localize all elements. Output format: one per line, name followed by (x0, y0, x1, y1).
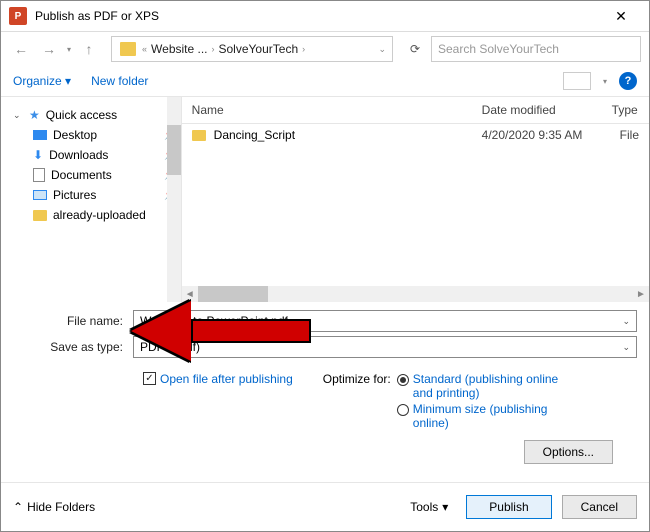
chevron-down-icon: ⌄ (13, 110, 23, 121)
pictures-icon (33, 190, 47, 200)
sidebar-label: Pictures (53, 188, 96, 202)
desktop-icon (33, 130, 47, 140)
new-folder-button[interactable]: New folder (91, 74, 148, 88)
view-options-button[interactable] (563, 72, 591, 90)
footer: ⌃ Hide Folders Tools ▾ Publish Cancel (1, 482, 649, 531)
refresh-button[interactable]: ⟳ (403, 37, 427, 61)
file-name: Dancing_Script (214, 128, 295, 142)
dropdown-icon[interactable]: ⌄ (622, 316, 630, 327)
sidebar-item-desktop[interactable]: Desktop 📌 (9, 125, 181, 145)
sidebar-item-downloads[interactable]: ⬇ Downloads 📌 (9, 145, 181, 165)
column-name[interactable]: Name (192, 103, 482, 117)
powerpoint-icon: P (9, 7, 27, 25)
sidebar-label: Desktop (53, 128, 97, 142)
tools-menu[interactable]: Tools ▾ (410, 500, 448, 514)
cancel-button[interactable]: Cancel (562, 495, 637, 519)
back-button[interactable]: ← (9, 37, 33, 61)
toolbar: Organize ▾ New folder ▾ ? (1, 66, 649, 97)
sidebar-label: already-uploaded (53, 208, 146, 222)
chevron-up-icon: ⌃ (13, 500, 23, 514)
file-type: File (620, 128, 639, 142)
radio-icon (397, 374, 409, 386)
horizontal-scrollbar[interactable]: ◄ ► (182, 286, 649, 302)
navigation-bar: ← → ▾ ↑ « Website ... › SolveYourTech › … (1, 32, 649, 66)
publish-dialog: P Publish as PDF or XPS ✕ ← → ▾ ↑ « Webs… (0, 0, 650, 532)
forward-button[interactable]: → (37, 37, 61, 61)
open-after-publish-checkbox[interactable]: ✓ Open file after publishing (143, 372, 293, 430)
breadcrumb[interactable]: « Website ... › SolveYourTech › ⌄ (111, 36, 393, 62)
save-as-type-label: Save as type: (13, 340, 133, 354)
checkbox-label: Open file after publishing (160, 372, 293, 386)
view-dropdown[interactable]: ▾ (601, 77, 609, 86)
optimize-label: Optimize for: (323, 372, 391, 430)
close-button[interactable]: ✕ (601, 8, 641, 25)
content-area: ⌄ ★ Quick access Desktop 📌 ⬇ Downloads 📌… (1, 97, 649, 302)
options-button[interactable]: Options... (524, 440, 613, 464)
help-button[interactable]: ? (619, 72, 637, 90)
titlebar: P Publish as PDF or XPS ✕ (1, 1, 649, 32)
sidebar-label: Downloads (49, 148, 108, 162)
file-row[interactable]: Dancing_Script 4/20/2020 9:35 AM File (182, 124, 649, 146)
optimize-minimum-radio[interactable]: Minimum size (publishing online) (397, 402, 563, 430)
chevron-right-icon: › (300, 44, 307, 54)
sidebar-item-pictures[interactable]: Pictures 📌 (9, 185, 181, 205)
save-as-type-select[interactable]: PDF (*.pdf) ⌄ (133, 336, 637, 358)
sidebar: ⌄ ★ Quick access Desktop 📌 ⬇ Downloads 📌… (1, 97, 181, 302)
radio-icon (397, 404, 409, 416)
dropdown-icon[interactable]: ⌄ (622, 342, 630, 353)
checkbox-icon: ✓ (143, 372, 156, 385)
sidebar-label: Quick access (46, 108, 117, 122)
folder-icon (192, 130, 206, 141)
folder-icon (33, 210, 47, 221)
sidebar-item-folder[interactable]: already-uploaded (9, 205, 181, 225)
history-dropdown[interactable]: ▾ (65, 45, 73, 54)
breadcrumb-part[interactable]: SolveYourTech (217, 42, 301, 56)
breadcrumb-part[interactable]: Website ... (149, 42, 209, 56)
sidebar-item-documents[interactable]: Documents 📌 (9, 165, 181, 185)
sidebar-item-quick-access[interactable]: ⌄ ★ Quick access (9, 105, 181, 125)
download-icon: ⬇ (33, 148, 43, 162)
search-input[interactable]: Search SolveYourTech (431, 36, 641, 62)
file-date: 4/20/2020 9:35 AM (482, 128, 612, 142)
star-icon: ★ (29, 108, 40, 122)
scroll-right-icon[interactable]: ► (633, 289, 649, 300)
chevron-right-icon: › (210, 44, 217, 54)
dropdown-icon: ▾ (442, 500, 448, 514)
file-list-pane: Name Date modified Type Dancing_Script 4… (181, 97, 649, 302)
scroll-left-icon[interactable]: ◄ (182, 289, 198, 300)
hide-folders-button[interactable]: ⌃ Hide Folders (13, 500, 95, 514)
dialog-title: Publish as PDF or XPS (35, 9, 601, 23)
optimize-standard-radio[interactable]: Standard (publishing online and printing… (397, 372, 563, 400)
save-form: File name: Welcome to PowerPoint.pdf ⌄ S… (1, 302, 649, 482)
file-name-label: File name: (13, 314, 133, 328)
column-headers: Name Date modified Type (182, 97, 649, 124)
up-button[interactable]: ↑ (77, 37, 101, 61)
sidebar-label: Documents (51, 168, 112, 182)
folder-icon (120, 42, 136, 56)
search-placeholder: Search SolveYourTech (438, 42, 559, 56)
breadcrumb-separator: « (140, 44, 149, 54)
organize-menu[interactable]: Organize ▾ (13, 74, 71, 88)
radio-label: Standard (publishing online and printing… (413, 372, 563, 400)
radio-label: Minimum size (publishing online) (413, 402, 563, 430)
publish-button[interactable]: Publish (466, 495, 551, 519)
column-date[interactable]: Date modified (482, 103, 612, 117)
file-name-input[interactable]: Welcome to PowerPoint.pdf ⌄ (133, 310, 637, 332)
document-icon (33, 168, 45, 182)
sidebar-scrollbar[interactable] (167, 97, 181, 302)
breadcrumb-dropdown[interactable]: ⌄ (376, 44, 388, 55)
column-type[interactable]: Type (612, 103, 639, 117)
